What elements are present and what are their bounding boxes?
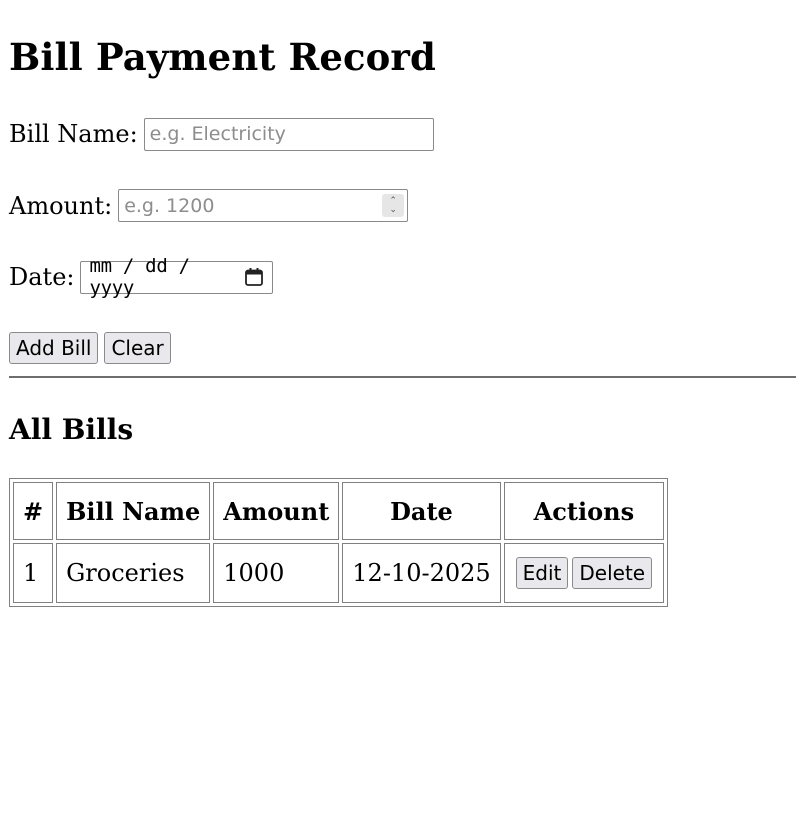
bill-name-input[interactable] — [143, 117, 434, 151]
page-title: Bill Payment Record — [9, 35, 436, 79]
header-bill-name: Bill Name — [56, 482, 211, 540]
cell-amount: 1000 — [213, 543, 340, 603]
divider — [9, 376, 796, 378]
clear-button[interactable]: Clear — [104, 332, 171, 364]
cell-date: 12-10-2025 — [342, 543, 501, 603]
bill-name-row: Bill Name: — [9, 117, 434, 151]
number-spinner-icon[interactable]: ⌃ ⌄ — [382, 194, 405, 217]
header-index: # — [13, 482, 54, 540]
cell-index: 1 — [13, 543, 54, 603]
add-bill-button[interactable]: Add Bill — [9, 332, 99, 364]
header-actions: Actions — [503, 482, 665, 540]
amount-input[interactable] — [118, 189, 409, 222]
table-header-row: # Bill Name Amount Date Actions — [13, 482, 665, 540]
cell-bill-name: Groceries — [56, 543, 211, 603]
bills-table: # Bill Name Amount Date Actions 1 Grocer… — [9, 478, 669, 607]
calendar-icon[interactable] — [244, 267, 264, 287]
delete-button[interactable]: Delete — [572, 557, 653, 589]
section-heading: All Bills — [9, 413, 134, 446]
cell-actions: Edit Delete — [503, 543, 665, 603]
date-row: Date: mm / dd / yyyy — [9, 255, 274, 299]
date-format-text[interactable]: mm / dd / yyyy — [89, 255, 244, 299]
page: Bill Payment Record — [0, 0, 796, 80]
header-amount: Amount — [213, 482, 340, 540]
chevron-down-icon[interactable]: ⌄ — [389, 205, 397, 215]
bill-name-label: Bill Name: — [9, 120, 138, 148]
date-input[interactable]: mm / dd / yyyy — [80, 255, 274, 299]
header-date: Date — [342, 482, 501, 540]
edit-button[interactable]: Edit — [515, 557, 569, 589]
form-buttons: Add Bill Clear — [9, 332, 171, 364]
date-label: Date: — [9, 263, 75, 291]
amount-row: Amount: ⌃ ⌄ — [9, 189, 409, 222]
amount-field-wrapper: ⌃ ⌄ — [118, 189, 409, 222]
table-row: 1 Groceries 1000 12-10-2025 Edit Delete — [13, 543, 665, 603]
amount-label: Amount: — [9, 191, 113, 220]
